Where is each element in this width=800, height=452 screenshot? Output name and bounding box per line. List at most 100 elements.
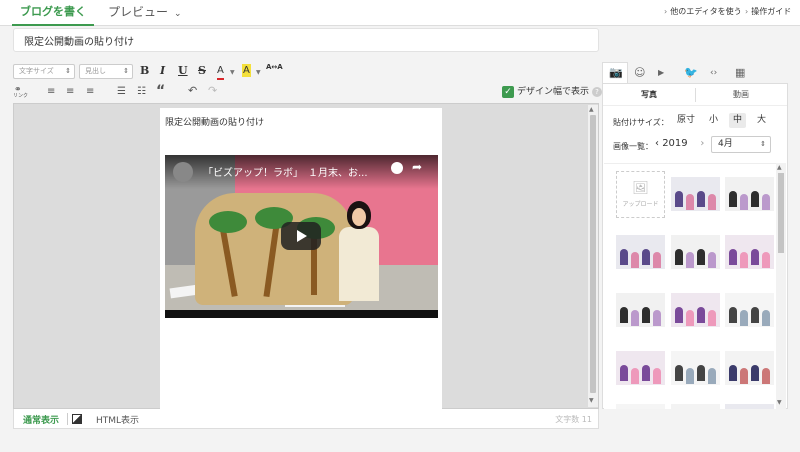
quote-icon[interactable]: “	[156, 84, 165, 98]
image-grid: 🖼 アップロード	[604, 163, 776, 409]
font-color-button[interactable]: A	[217, 64, 224, 80]
thumbnail-figure	[729, 307, 737, 323]
embed-code-icon[interactable]: ‹›	[710, 68, 717, 78]
checkbox-checked-icon[interactable]: ✓	[502, 85, 514, 98]
chevron-down-icon: ⌄	[174, 9, 182, 19]
thumbnail-figure	[708, 194, 716, 210]
size-original[interactable]: 原寸	[673, 113, 699, 128]
size-large[interactable]: 大	[753, 113, 770, 128]
image-thumbnail[interactable]	[671, 404, 720, 409]
undo-icon[interactable]: ↶	[188, 85, 197, 97]
emoji-icon[interactable]: ☺	[634, 66, 645, 79]
video-frame-person	[337, 201, 381, 301]
mode-html-tab[interactable]: HTML表示	[96, 413, 139, 426]
underline-button[interactable]: U	[178, 64, 188, 78]
image-grid-scrollbar-thumb[interactable]	[778, 173, 784, 253]
size-medium[interactable]: 中	[729, 113, 747, 128]
align-right-icon[interactable]: ≡	[86, 86, 94, 98]
thumbnail-figure	[686, 310, 694, 326]
scroll-up-icon[interactable]: ▲	[777, 164, 782, 171]
youtube-icon[interactable]: ▶	[658, 68, 664, 77]
thumbnail-figure	[762, 194, 770, 210]
image-thumbnail[interactable]	[725, 293, 774, 327]
bold-button[interactable]: B	[140, 64, 149, 78]
image-thumbnail[interactable]	[725, 351, 774, 385]
youtube-video-embed[interactable]: 「ビズアップ！ラボ」 １月末、お... ➦	[165, 155, 438, 318]
bullet-list-icon[interactable]: ☰	[117, 86, 126, 98]
media-type-tabs: 写真 動画	[603, 84, 787, 106]
image-thumbnail[interactable]	[616, 235, 665, 269]
mode-switch-icon[interactable]	[72, 414, 82, 424]
twitter-icon[interactable]: 🐦	[684, 66, 698, 79]
thumbnail-figure	[697, 191, 705, 207]
play-button[interactable]	[281, 222, 321, 250]
font-size-select[interactable]: 文字サイズ ⇕	[13, 64, 75, 79]
thumbnail-figure	[697, 249, 705, 265]
strike-button[interactable]: S	[198, 64, 206, 78]
prev-year-icon[interactable]: ‹	[655, 138, 659, 149]
watch-later-icon[interactable]	[391, 162, 403, 174]
thumbnail-figure	[686, 194, 694, 210]
image-thumbnail[interactable]	[616, 404, 665, 409]
tab-video[interactable]: 動画	[733, 89, 749, 100]
help-icon[interactable]: ?	[592, 86, 603, 97]
use-other-editor-link[interactable]: › 他のエディタを使う	[664, 6, 742, 17]
year-selector[interactable]: ‹ 2019 ›	[655, 138, 704, 149]
qr-code-icon[interactable]: ▦	[735, 66, 745, 79]
camera-icon[interactable]: 📷	[609, 66, 623, 79]
scroll-down-icon[interactable]: ▼	[777, 399, 782, 406]
size-small[interactable]: 小	[705, 113, 722, 128]
thumbnail-figure	[708, 310, 716, 326]
image-grid-scrollbar[interactable]: ▲ ▼	[776, 163, 786, 409]
tab-write-blog[interactable]: ブログを書く	[12, 0, 94, 26]
thumbnail-figure	[762, 368, 770, 384]
editor-content[interactable]: 限定公開動画の貼り付け 「ビズアップ！ラボ」 １月末、お... ➦	[160, 108, 442, 410]
scroll-down-icon[interactable]: ▼	[589, 397, 594, 404]
image-thumbnail[interactable]	[671, 293, 720, 327]
tab-preview[interactable]: プレビュー ⌄	[108, 0, 182, 26]
font-size-placeholder: 文字サイズ	[19, 67, 54, 75]
numbered-list-icon[interactable]: ☷	[137, 86, 146, 98]
dropdown-arrow-icon[interactable]: ▼	[256, 69, 261, 76]
align-center-icon[interactable]: ≡	[66, 86, 74, 98]
image-thumbnail[interactable]	[671, 351, 720, 385]
thumbnail-figure	[631, 368, 639, 384]
scroll-up-icon[interactable]: ▲	[589, 106, 594, 113]
editor-mode-bar: 通常表示 HTML表示 文字数 11	[13, 409, 599, 429]
thumbnail-figure	[686, 252, 694, 268]
image-thumbnail[interactable]	[725, 177, 774, 211]
font-size-toggle-button[interactable]: A↔A	[266, 63, 283, 71]
heading-select[interactable]: 見出し ⇕	[79, 64, 133, 79]
image-thumbnail[interactable]	[616, 351, 665, 385]
design-width-toggle[interactable]: ✓ デザイン幅で表示?	[502, 85, 603, 99]
bg-color-button[interactable]: A	[242, 64, 251, 77]
image-thumbnail[interactable]	[725, 235, 774, 269]
image-thumbnail[interactable]	[671, 235, 720, 269]
tab-photo[interactable]: 写真	[641, 89, 657, 100]
dropdown-arrow-icon[interactable]: ▼	[230, 69, 235, 76]
thumbnail-figure	[740, 368, 748, 384]
upload-button[interactable]: 🖼 アップロード	[616, 171, 665, 218]
design-width-label: デザイン幅で表示	[517, 87, 590, 97]
image-thumbnail[interactable]	[671, 177, 720, 211]
guide-link[interactable]: › 操作ガイド	[745, 6, 791, 17]
thumbnail-figure	[708, 252, 716, 268]
share-icon[interactable]: ➦	[412, 160, 422, 174]
channel-avatar[interactable]	[173, 162, 193, 182]
month-select[interactable]: 4月 ⇕	[711, 136, 771, 153]
editor-scrollbar[interactable]: ▲ ▼	[588, 105, 598, 407]
italic-button[interactable]: I	[160, 64, 165, 78]
thumbnail-figure	[686, 368, 694, 384]
image-thumbnail[interactable]	[725, 404, 774, 409]
mode-normal-tab[interactable]: 通常表示	[23, 413, 59, 426]
title-input[interactable]	[13, 28, 599, 52]
video-title[interactable]: 「ビズアップ！ラボ」 １月末、お...	[203, 164, 368, 179]
thumbnail-figure	[729, 365, 737, 381]
image-thumbnail[interactable]	[616, 293, 665, 327]
next-year-icon[interactable]: ›	[700, 138, 704, 149]
editor-scrollbar-thumb[interactable]	[590, 115, 596, 393]
thumbnail-figure	[751, 249, 759, 265]
align-left-icon[interactable]: ≡	[47, 86, 55, 98]
image-list-label: 画像一覧：	[613, 142, 653, 151]
redo-icon[interactable]: ↷	[208, 85, 217, 97]
